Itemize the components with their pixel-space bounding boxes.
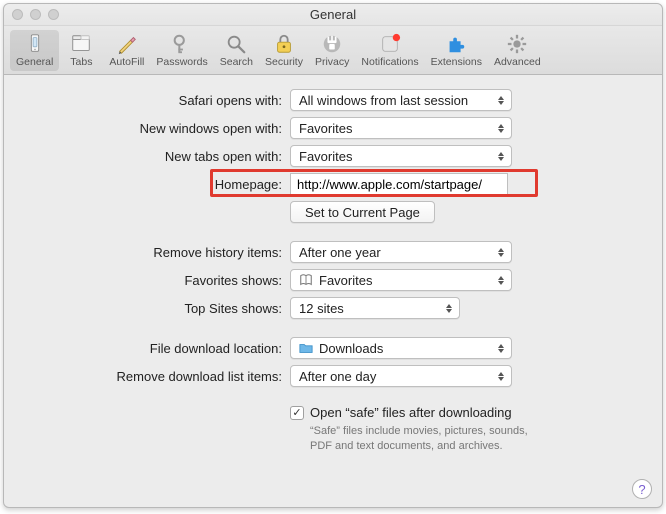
label-favorites-shows: Favorites shows: [24,273,290,288]
privacy-icon [318,32,346,56]
chevron-updown-icon [494,368,508,384]
chevron-updown-icon [494,244,508,260]
tab-tabs[interactable]: Tabs [59,30,103,71]
label-remove-history: Remove history items: [24,245,290,260]
book-icon [299,273,313,287]
tab-label: Advanced [494,56,541,68]
preferences-toolbar: General Tabs AutoFill Passwords Search [4,26,662,75]
titlebar: General [4,4,662,26]
extensions-icon [442,32,470,56]
tab-privacy[interactable]: Privacy [309,30,355,71]
chevron-updown-icon [494,340,508,356]
chevron-updown-icon [494,148,508,164]
tab-label: Extensions [431,56,482,68]
tab-label: Privacy [315,56,349,68]
chevron-updown-icon [442,300,456,316]
traffic-lights [12,9,59,20]
tab-search[interactable]: Search [214,30,259,71]
homepage-field[interactable] [290,173,508,195]
label-new-windows: New windows open with: [24,121,290,136]
chevron-updown-icon [494,92,508,108]
label-homepage: Homepage: [24,177,290,192]
minimize-window-button[interactable] [30,9,41,20]
tab-label: General [16,56,53,68]
tab-security[interactable]: Security [259,30,309,71]
set-to-current-page-button[interactable]: Set to Current Page [290,201,435,223]
label-safari-opens-with: Safari opens with: [24,93,290,108]
select-new-tabs[interactable]: Favorites [290,145,512,167]
tab-advanced[interactable]: Advanced [488,30,547,71]
select-safari-opens-with[interactable]: All windows from last session [290,89,512,111]
close-window-button[interactable] [12,9,23,20]
help-button[interactable]: ? [632,479,652,499]
open-safe-files-label: Open “safe” files after downloading [310,405,512,420]
tab-notifications[interactable]: Notifications [355,30,424,71]
open-safe-files-caption: “Safe” files include movies, pictures, s… [310,424,550,454]
label-top-sites: Top Sites shows: [24,301,290,316]
passwords-icon [168,32,196,56]
chevron-updown-icon [494,120,508,136]
tab-passwords[interactable]: Passwords [150,30,213,71]
select-download-location[interactable]: Downloads [290,337,512,359]
label-remove-downloads: Remove download list items: [24,369,290,384]
search-icon [222,32,250,56]
tabs-icon [67,32,95,56]
open-safe-files-checkbox[interactable] [290,406,304,420]
select-top-sites[interactable]: 12 sites [290,297,460,319]
label-download-location: File download location: [24,341,290,356]
select-remove-downloads[interactable]: After one day [290,365,512,387]
tab-label: Security [265,56,303,68]
select-remove-history[interactable]: After one year [290,241,512,263]
zoom-window-button[interactable] [48,9,59,20]
tab-label: Search [220,56,253,68]
tab-label: Notifications [361,56,418,68]
content-area: Safari opens with: All windows from last… [4,75,662,507]
general-icon [21,32,49,56]
preferences-window: General General Tabs AutoFill Password [3,3,663,508]
tab-label: AutoFill [109,56,144,68]
select-favorites-shows[interactable]: Favorites [290,269,512,291]
advanced-icon [503,32,531,56]
autofill-icon [113,32,141,56]
select-new-windows[interactable]: Favorites [290,117,512,139]
notifications-icon [376,32,404,56]
security-icon [270,32,298,56]
tab-extensions[interactable]: Extensions [425,30,488,71]
tab-autofill[interactable]: AutoFill [103,30,150,71]
folder-icon [299,341,313,355]
label-new-tabs: New tabs open with: [24,149,290,164]
tab-label: Passwords [156,56,207,68]
tab-general[interactable]: General [10,30,59,71]
window-title: General [4,4,662,26]
chevron-updown-icon [494,272,508,288]
tab-label: Tabs [70,56,92,68]
